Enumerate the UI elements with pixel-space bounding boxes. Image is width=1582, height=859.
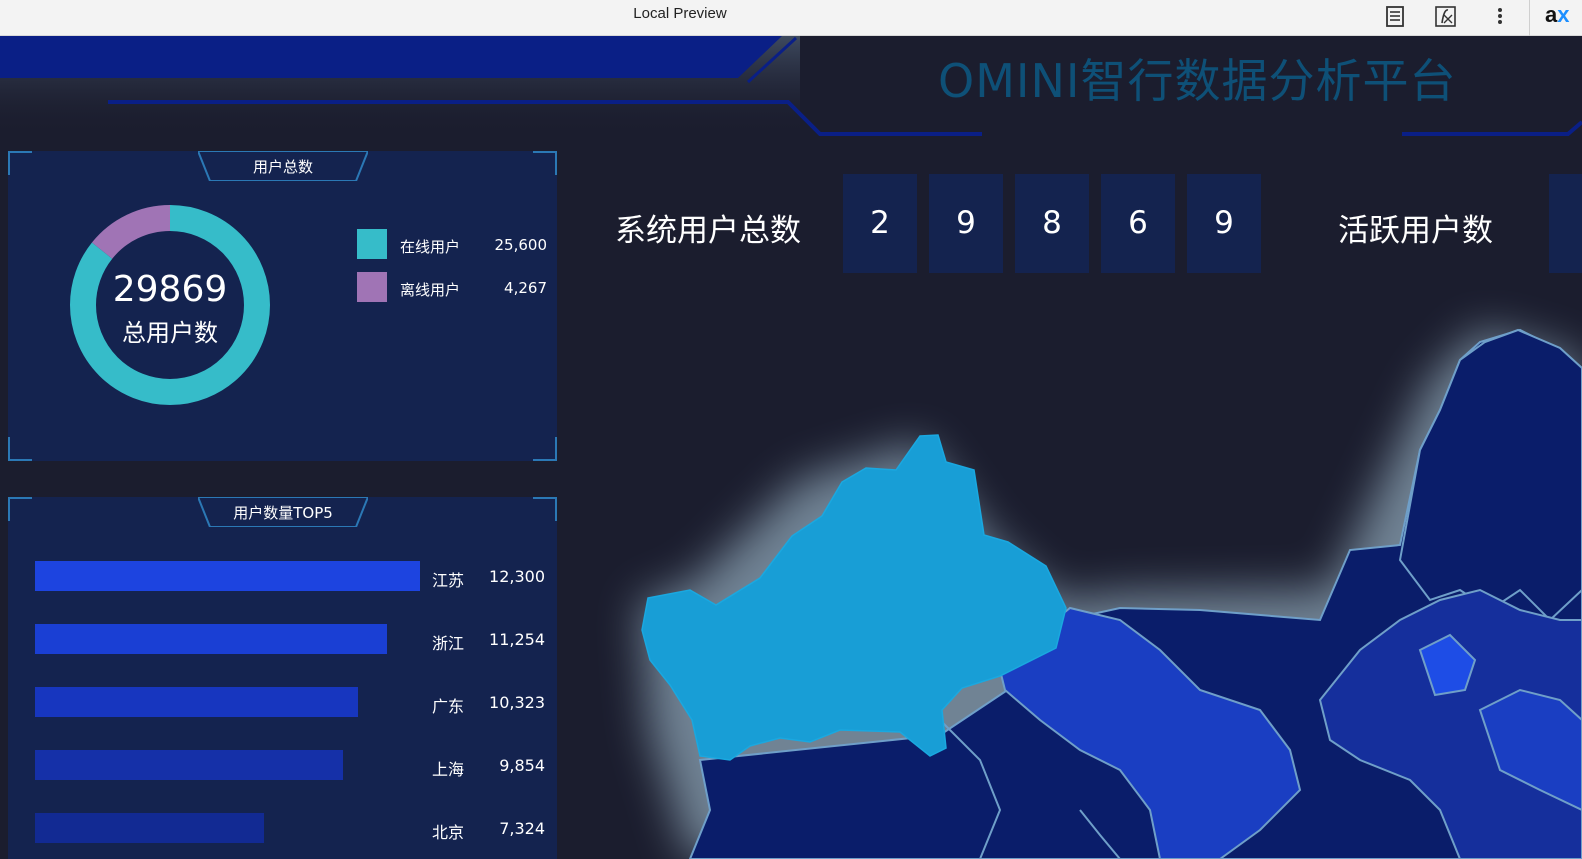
- china-map[interactable]: [560, 290, 1582, 859]
- window-title: Local Preview: [633, 5, 727, 22]
- panel-corner: [533, 151, 557, 175]
- panel-corner: [8, 437, 32, 461]
- system-users-label: 系统用户总数: [615, 213, 801, 249]
- legend-label: 离线用户: [400, 281, 461, 299]
- toolbar-divider: [1529, 0, 1530, 36]
- bar-value: 11,254: [489, 630, 545, 649]
- panel-corner: [8, 497, 32, 521]
- panel-title: 用户数量TOP5: [233, 504, 333, 522]
- browser-toolbar: Local Preview ax: [0, 0, 1582, 36]
- bar: [35, 750, 344, 780]
- page-title: OMINI智行数据分析平台: [938, 54, 1457, 108]
- digit-box: 9: [929, 174, 1003, 273]
- panel-corner: [533, 497, 557, 521]
- legend-swatch: [357, 272, 387, 302]
- donut-caption: 总用户数: [122, 319, 218, 347]
- legend-value: 4,267: [504, 279, 547, 297]
- legend-value: 25,600: [494, 236, 548, 254]
- panel-tab: 用户数量TOP5: [198, 497, 368, 527]
- bar-row: 北京 7,324: [35, 813, 545, 843]
- bar: [35, 624, 388, 654]
- panel-tab: 用户总数: [198, 151, 368, 181]
- bar-value: 7,324: [499, 819, 545, 838]
- bar-row: 上海 9,854: [35, 750, 545, 780]
- bar-label: 江苏: [432, 571, 465, 590]
- panel-corner: [8, 151, 32, 175]
- legend-label: 在线用户: [400, 238, 461, 256]
- bar-label: 上海: [432, 760, 465, 779]
- legend-item-online: 在线用户 25,600: [357, 229, 547, 259]
- digit-box: 2: [843, 174, 917, 273]
- panel-corner: [533, 437, 557, 461]
- bar-row: 江苏 12,300: [35, 561, 545, 591]
- active-users-label: 活跃用户数: [1338, 213, 1493, 249]
- panel-title: 用户总数: [252, 158, 313, 176]
- bar: [35, 687, 359, 717]
- bar: [35, 561, 420, 591]
- user-total-panel: 用户总数 29869 总用户数 在线用户 25,600 离线用户 4,267: [8, 151, 557, 461]
- digit-box: 9: [1187, 174, 1261, 273]
- donut-total: 29869: [112, 269, 228, 310]
- bar-value: 12,300: [489, 567, 545, 586]
- bar-row: 广东 10,323: [35, 687, 545, 717]
- bar-label: 广东: [432, 697, 465, 716]
- legend-item-offline: 离线用户 4,267: [357, 272, 547, 302]
- more-options-icon[interactable]: [1486, 3, 1514, 31]
- digit-box: 6: [1101, 174, 1175, 273]
- bar-label: 北京: [432, 823, 465, 842]
- formula-icon[interactable]: [1432, 3, 1460, 31]
- bar-value: 9,854: [499, 756, 545, 775]
- bar-label: 浙江: [432, 634, 465, 653]
- top5-panel: 用户数量TOP5 江苏 12,300 浙江 11,254 广东 10,323 上…: [8, 497, 557, 859]
- bar-row: 浙江 11,254: [35, 624, 545, 654]
- legend-swatch: [357, 229, 387, 259]
- digit-box: [1549, 174, 1582, 273]
- user-donut-chart: 29869 总用户数: [70, 205, 270, 405]
- extension-icon[interactable]: ax: [1545, 2, 1570, 28]
- reader-view-icon[interactable]: [1382, 3, 1410, 31]
- bar: [35, 813, 265, 843]
- bar-value: 10,323: [489, 693, 545, 712]
- digit-box: 8: [1015, 174, 1089, 273]
